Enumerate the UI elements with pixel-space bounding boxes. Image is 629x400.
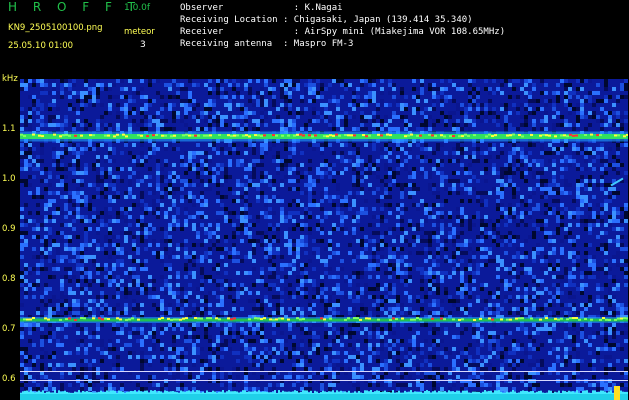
carrier-trace <box>20 131 628 142</box>
date-time: 25.05.10 01:00 <box>8 41 74 51</box>
meteor-label: meteor <box>124 27 155 37</box>
y-tick-label: 0.7 <box>2 324 16 334</box>
y-tick-label: 0.9 <box>2 224 16 234</box>
interference-trace <box>20 317 628 323</box>
y-tick-label: 1.1 <box>2 124 16 134</box>
y-tick-label: 0.8 <box>2 274 16 284</box>
reference-line <box>20 371 628 372</box>
file-name: KN9_2505100100.png <box>8 23 103 33</box>
level-marker <box>614 386 620 400</box>
noise-floor-band <box>20 394 628 400</box>
receiver-info: Receiver : AirSpy mini (Miakejima VOR 10… <box>180 27 506 37</box>
reference-line <box>20 380 628 381</box>
observer-info: Observer : K.Nagai <box>180 3 343 13</box>
header-panel: H R O F F T 1.0.0f KN9_2505100100.png me… <box>0 0 629 74</box>
app-version: 1.0.0f <box>124 3 151 13</box>
noise-field <box>20 79 628 400</box>
location-info: Receiving Location : Chigasaki, Japan (1… <box>180 15 473 25</box>
y-tick-label: 0.6 <box>2 374 16 384</box>
y-axis-unit: kHz <box>2 74 18 84</box>
meteor-count: 3 <box>140 40 146 50</box>
spectrogram <box>20 79 628 400</box>
app-title: H R O F F T <box>8 0 142 14</box>
y-tick-label: 1.0 <box>2 174 16 184</box>
antenna-info: Receiving antenna : Maspro FM-3 <box>180 39 354 49</box>
